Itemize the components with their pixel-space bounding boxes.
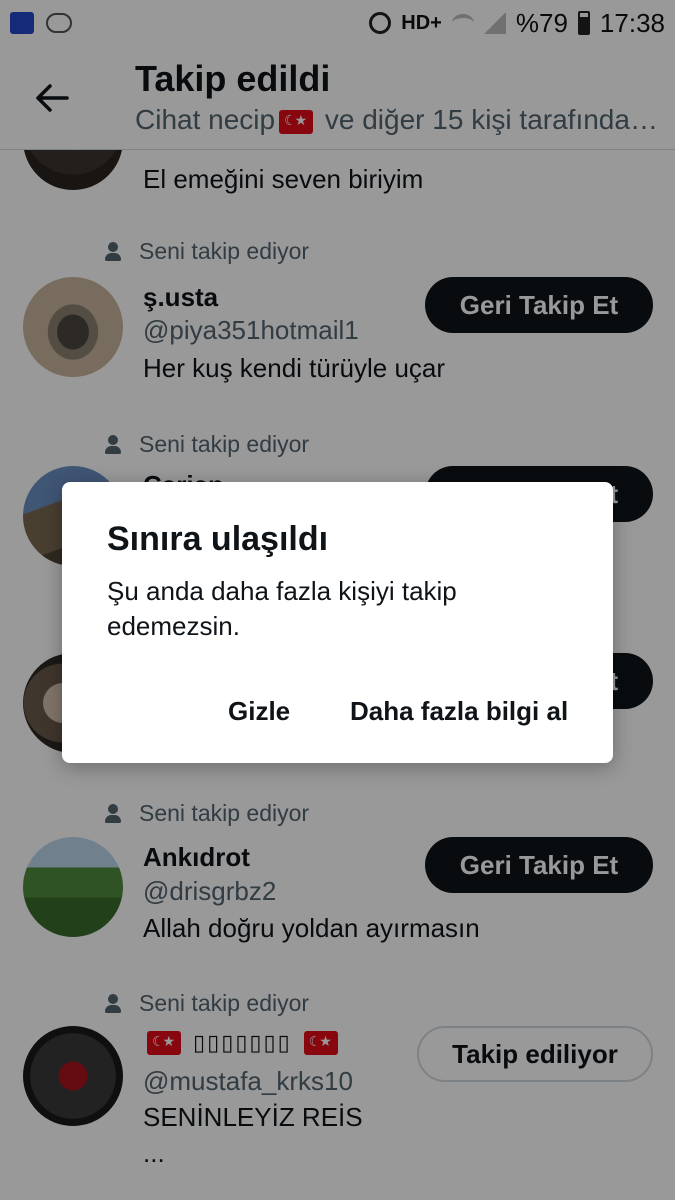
limit-reached-dialog: Sınıra ulaşıldı Şu anda daha fazla kişiy… [62,482,613,763]
learn-more-button[interactable]: Daha fazla bilgi al [350,696,568,727]
dialog-message: Şu anda daha fazla kişiyi takip edemezsi… [107,576,457,641]
dialog-title: Sınıra ulaşıldı [107,520,329,558]
dismiss-button[interactable]: Gizle [228,696,290,727]
